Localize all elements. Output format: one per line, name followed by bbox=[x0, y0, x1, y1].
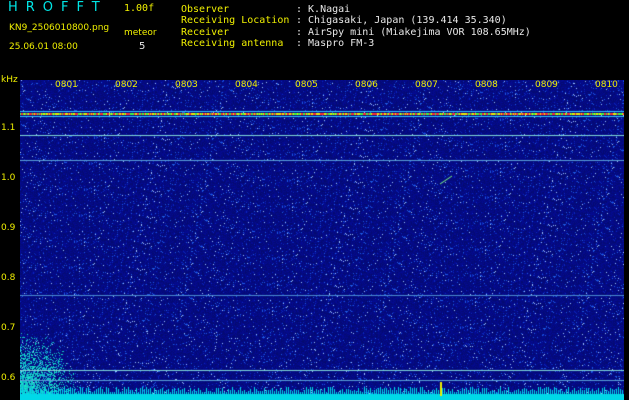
location-value: : Chigasaki, Japan (139.414 35.340) bbox=[296, 15, 507, 26]
antenna-value: : Maspro FM-3 bbox=[296, 38, 375, 49]
filename-label: KN9_2506010800.png bbox=[9, 23, 110, 33]
app-title: HROFFT bbox=[8, 0, 108, 15]
x-tick: 0808 bbox=[475, 80, 498, 90]
y-tick: 0.6 bbox=[1, 373, 16, 383]
x-tick: 0810 bbox=[595, 80, 618, 90]
antenna-label: Receiving antenna bbox=[181, 38, 284, 49]
x-tick: 0802 bbox=[115, 80, 138, 90]
y-tick: 0.9 bbox=[1, 223, 16, 233]
meteor-count-value: 5 bbox=[139, 41, 146, 52]
y-tick: 0.8 bbox=[1, 273, 16, 283]
y-axis-unit: kHz bbox=[1, 75, 18, 85]
x-tick: 0804 bbox=[235, 80, 258, 90]
x-tick: 0806 bbox=[355, 80, 378, 90]
y-tick: 1.0 bbox=[1, 173, 16, 183]
x-tick: 0801 bbox=[55, 80, 78, 90]
version-label: 1.00f bbox=[124, 3, 155, 14]
location-label: Receiving Location bbox=[181, 15, 290, 26]
x-tick: 0807 bbox=[415, 80, 438, 90]
datetime-label: 25.06.01 08:00 bbox=[9, 42, 78, 52]
x-tick: 0805 bbox=[295, 80, 318, 90]
y-tick: 0.7 bbox=[1, 323, 16, 333]
meteor-count-label: meteor bbox=[124, 28, 157, 38]
spectrogram bbox=[20, 80, 624, 400]
x-tick: 0803 bbox=[175, 80, 198, 90]
x-tick: 0809 bbox=[535, 80, 558, 90]
y-tick: 1.1 bbox=[1, 123, 16, 133]
